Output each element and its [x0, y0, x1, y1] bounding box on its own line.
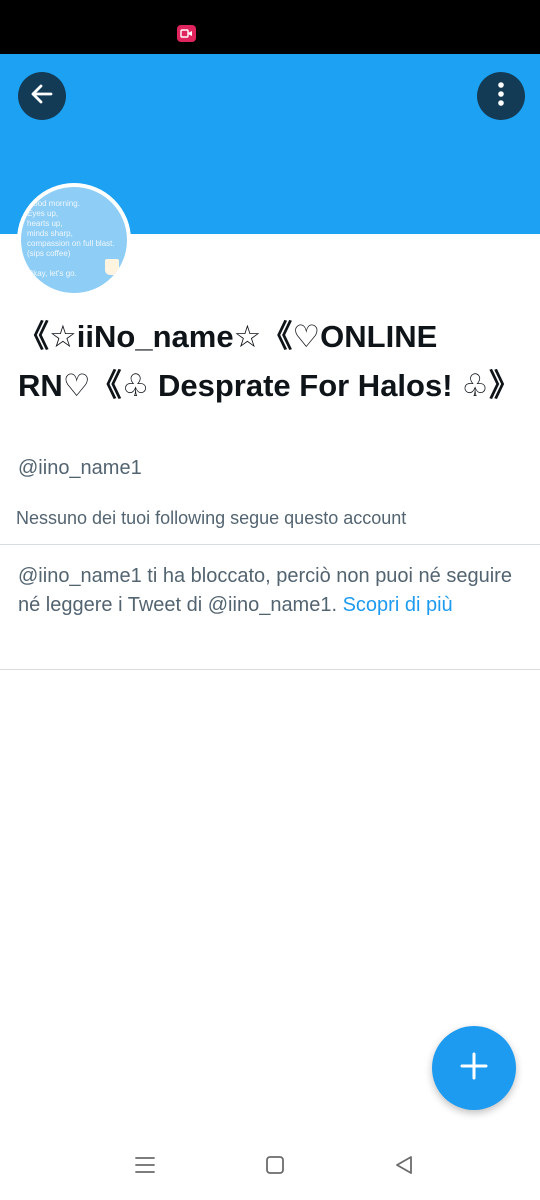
back-triangle-icon: [393, 1154, 415, 1181]
system-navigation-bar: [0, 1130, 540, 1200]
plus-icon: [459, 1051, 489, 1086]
divider: [0, 669, 540, 670]
more-options-button[interactable]: [477, 72, 525, 120]
home-square-icon: [264, 1154, 286, 1181]
learn-more-link[interactable]: Scopri di più: [343, 594, 453, 616]
followers-you-know-note: Nessuno dei tuoi following segue questo …: [16, 508, 407, 528]
avatar[interactable]: Good morning. Eyes up, hearts up, minds …: [17, 183, 131, 297]
profile-handle: @iino_name1: [18, 457, 142, 479]
coffee-cup-icon: [105, 259, 119, 275]
profile-display-name: 《☆iiNo_name☆《♡ONLINE RN♡《♧ Desprate For …: [18, 319, 520, 403]
recent-apps-button[interactable]: [132, 1154, 158, 1180]
divider: [0, 544, 540, 545]
home-button[interactable]: [262, 1154, 288, 1180]
screen-record-icon: [177, 25, 196, 42]
blocked-notice: @iino_name1 ti ha bloccato, perciò non p…: [18, 562, 522, 619]
arrow-left-icon: [29, 81, 55, 112]
compose-tweet-button[interactable]: [432, 1026, 516, 1110]
back-button[interactable]: [18, 72, 66, 120]
avatar-image: Good morning. Eyes up, hearts up, minds …: [21, 187, 127, 293]
recent-apps-icon: [134, 1155, 156, 1180]
status-bar: [0, 0, 540, 54]
vertical-dots-icon: [497, 81, 505, 112]
system-back-button[interactable]: [391, 1154, 417, 1180]
